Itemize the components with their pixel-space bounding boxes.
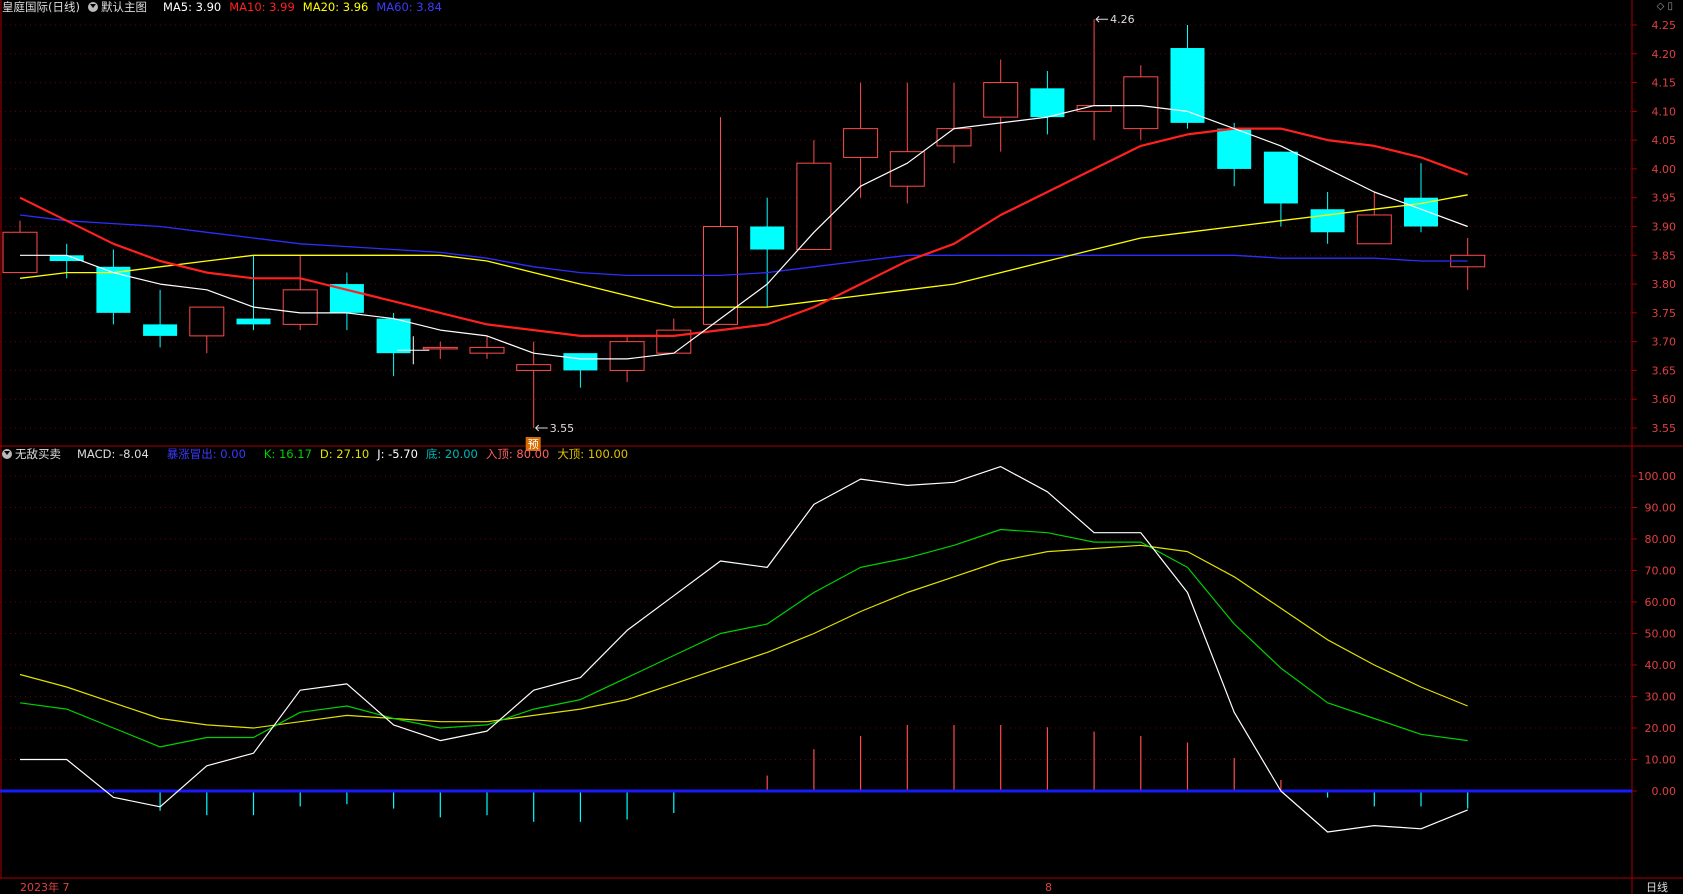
- indicator-tick-label: 50.00: [1645, 628, 1677, 641]
- price-tick-label: 4.25: [1652, 19, 1677, 32]
- d-line: [19, 544, 1468, 729]
- candle-body: [1310, 209, 1345, 233]
- price-tick-label: 3.90: [1652, 221, 1677, 234]
- indicator-tick-label: 70.00: [1645, 565, 1677, 578]
- candle-body: [1030, 88, 1065, 118]
- main-chart-header: 皇庭国际(日线) 默认主图 MA5: 3.90 MA10: 3.99 MA20: 3.9…: [2, 0, 450, 14]
- macd-label: MACD: -8.04: [77, 447, 149, 461]
- price-tick-label: 4.05: [1652, 134, 1677, 147]
- bottom-label: 底: 20.00: [425, 447, 478, 461]
- candle-body: [1263, 151, 1298, 204]
- chevron-down-icon: [87, 2, 98, 12]
- window-controls: ◇ ▯: [1657, 1, 1673, 12]
- ma60-label: MA60: 3.84: [376, 0, 442, 14]
- candle-body: [796, 162, 832, 251]
- big-top-label: 大顶: 100.00: [557, 447, 629, 461]
- candle-body: [1123, 76, 1159, 130]
- template-label: 默认主图: [100, 0, 147, 14]
- candle-body: [376, 318, 411, 354]
- price-tick-label: 3.95: [1652, 192, 1677, 205]
- ma5-label: MA5: 3.90: [162, 0, 222, 14]
- price-tick-label: 3.70: [1652, 336, 1677, 349]
- ma20-label: MA20: 3.96: [302, 0, 369, 14]
- high-arrow: [1095, 15, 1109, 23]
- ma20-line: [19, 194, 1468, 308]
- price-tick-label: 3.85: [1652, 249, 1677, 262]
- indicator-tick-label: 100.00: [1638, 470, 1677, 483]
- price-tick-label: 3.60: [1652, 393, 1677, 406]
- candle-body: [96, 266, 131, 313]
- candle-body: [2, 231, 38, 274]
- low-label: 3.55: [550, 422, 575, 435]
- price-tick-label: 4.20: [1652, 48, 1677, 61]
- stock-title[interactable]: 皇庭国际(日线): [2, 0, 80, 14]
- panel-icon[interactable]: ▯: [1667, 1, 1673, 12]
- candle-body: [750, 226, 785, 250]
- d-label: D: 27.10: [319, 447, 370, 461]
- indicator-dropdown[interactable]: 无敌买卖: [2, 447, 69, 461]
- candle-body: [282, 289, 318, 325]
- indicator-tick-label: 40.00: [1645, 659, 1677, 672]
- candle-body: [563, 353, 598, 371]
- price-tick-label: 4.15: [1652, 77, 1677, 90]
- price-tick-label: 4.10: [1652, 105, 1677, 118]
- indicator-tick-label: 90.00: [1645, 502, 1677, 515]
- indicator-title: 无敌买卖: [15, 447, 61, 461]
- template-dropdown[interactable]: 默认主图: [87, 0, 155, 14]
- k-label: K: 16.17: [263, 447, 312, 461]
- j-line: [20, 466, 1468, 833]
- low-arrow: [534, 424, 548, 432]
- candle-body: [609, 341, 645, 371]
- candle-body: [422, 346, 458, 350]
- diamond-icon[interactable]: ◇: [1657, 1, 1665, 12]
- price-tick-label: 3.75: [1652, 307, 1677, 320]
- period-label: 日线: [1646, 880, 1668, 894]
- j-label: J: -5.70: [377, 447, 418, 461]
- ma10-label: MA10: 3.99: [229, 0, 295, 14]
- indicator-tick-label: 20.00: [1645, 722, 1677, 735]
- candle-body: [329, 284, 364, 313]
- indicator-header: 无敌买卖 MACD: -8.04 暴涨冒出: 0.00 K: 16.17 D: 27.1…: [2, 447, 636, 461]
- price-tick-label: 3.55: [1652, 422, 1677, 435]
- date-label-mid: 8: [1045, 881, 1052, 894]
- high-label: 4.26: [1110, 13, 1135, 26]
- indicator-tick-label: 0.00: [1652, 785, 1677, 798]
- k-line: [19, 528, 1468, 748]
- candle-body: [143, 324, 178, 336]
- breakout-label: 暴涨冒出: 0.00: [166, 447, 246, 461]
- candle-body: [469, 346, 505, 354]
- chevron-down-icon: [2, 449, 12, 459]
- entry-top-label: 入顶: 80.00: [485, 447, 550, 461]
- candle-body: [516, 364, 552, 371]
- date-label-start: 2023年 7: [20, 880, 70, 894]
- candle-body: [1404, 197, 1438, 227]
- price-tick-label: 4.00: [1652, 163, 1677, 176]
- candle-body: [983, 82, 1019, 118]
- price-tick-label: 3.80: [1652, 278, 1677, 291]
- indicator-tick-label: 80.00: [1645, 533, 1677, 546]
- candle-body: [189, 306, 225, 337]
- indicator-tick-label: 60.00: [1645, 596, 1677, 609]
- candle-body: [1356, 214, 1392, 245]
- candle-body: [236, 318, 271, 325]
- indicator-tick-label: 10.00: [1645, 754, 1677, 767]
- indicator-tick-label: 30.00: [1645, 691, 1677, 704]
- candle-body: [843, 128, 879, 158]
- candle-body: [1217, 128, 1252, 169]
- price-tick-label: 3.65: [1652, 364, 1677, 377]
